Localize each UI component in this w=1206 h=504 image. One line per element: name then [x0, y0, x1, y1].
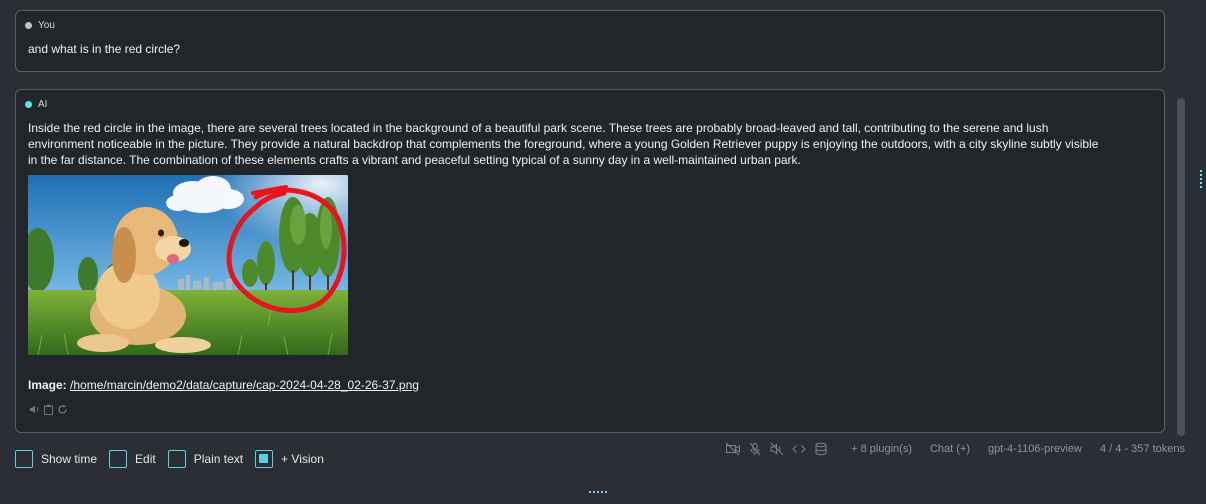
- ai-sender: AI: [25, 99, 47, 110]
- vision-box[interactable]: [255, 450, 274, 468]
- image-path-link[interactable]: /home/marcin/demo2/data/capture/cap-2024…: [70, 378, 419, 392]
- chat-scrollbar[interactable]: [1176, 0, 1186, 440]
- show-time-label: Show time: [41, 452, 98, 466]
- options-checkboxes: Show time Edit Plain text + Vision: [15, 450, 336, 468]
- plain-text-checkbox[interactable]: Plain text: [167, 450, 244, 468]
- code-icon[interactable]: [791, 442, 807, 456]
- database-icon[interactable]: [813, 442, 829, 456]
- ai-message-text: Inside the red circle in the image, ther…: [28, 120, 1156, 168]
- user-dot-icon: [25, 22, 32, 29]
- mode-status[interactable]: Chat (+): [930, 443, 970, 455]
- ai-dot-icon: [25, 101, 32, 108]
- camera-off-icon[interactable]: [725, 442, 741, 456]
- user-sender: You: [25, 20, 55, 31]
- model-status[interactable]: gpt-4-1106-preview: [988, 443, 1082, 455]
- edit-label: Edit: [135, 452, 156, 466]
- message-actions: [29, 402, 68, 415]
- plain-text-box[interactable]: [167, 450, 186, 468]
- refresh-icon[interactable]: [57, 402, 68, 414]
- show-time-box[interactable]: [15, 450, 33, 468]
- ai-text-line: Inside the red circle in the image, ther…: [28, 121, 1049, 135]
- ai-message: AI Inside the red circle in the image, t…: [15, 89, 1165, 433]
- ai-text-line: environment noticeable in the picture. T…: [28, 137, 1099, 151]
- scrollbar-thumb[interactable]: [1177, 98, 1185, 436]
- edit-box[interactable]: [109, 450, 128, 468]
- vision-label: + Vision: [281, 452, 324, 466]
- user-message-text: and what is in the red circle?: [28, 42, 181, 56]
- audio-off-icon[interactable]: [769, 442, 785, 456]
- park-puppy-image: [28, 175, 348, 355]
- plain-text-label: Plain text: [193, 452, 244, 466]
- vertical-splitter-handle[interactable]: [1200, 170, 1203, 188]
- edit-checkbox[interactable]: Edit: [109, 450, 156, 468]
- status-icons: [725, 442, 829, 456]
- ai-sender-label: AI: [38, 99, 48, 110]
- horizontal-splitter-handle[interactable]: [589, 491, 607, 493]
- user-sender-label: You: [38, 20, 55, 31]
- user-message: You and what is in the red circle?: [15, 10, 1165, 72]
- vision-checkbox[interactable]: + Vision: [255, 450, 324, 468]
- chat-output: You and what is in the red circle? AI In…: [0, 0, 1176, 440]
- clipboard-icon[interactable]: [43, 402, 54, 415]
- speaker-icon[interactable]: [29, 402, 40, 414]
- image-caption: Image: /home/marcin/demo2/data/capture/c…: [28, 378, 419, 392]
- ai-text-line: in the far distance. The combination of …: [28, 153, 801, 167]
- plugins-status[interactable]: + 8 plugin(s): [851, 443, 912, 455]
- chat-options-bar: Show time Edit Plain text + Vision + 8 p…: [0, 440, 1206, 480]
- status-bar: + 8 plugin(s) Chat (+) gpt-4-1106-previe…: [725, 442, 1185, 456]
- show-time-checkbox[interactable]: Show time: [15, 450, 97, 468]
- captured-image[interactable]: [28, 175, 348, 355]
- tokens-status: 4 / 4 - 357 tokens: [1100, 443, 1185, 455]
- mic-off-icon[interactable]: [747, 442, 763, 456]
- image-label: Image:: [28, 378, 67, 392]
